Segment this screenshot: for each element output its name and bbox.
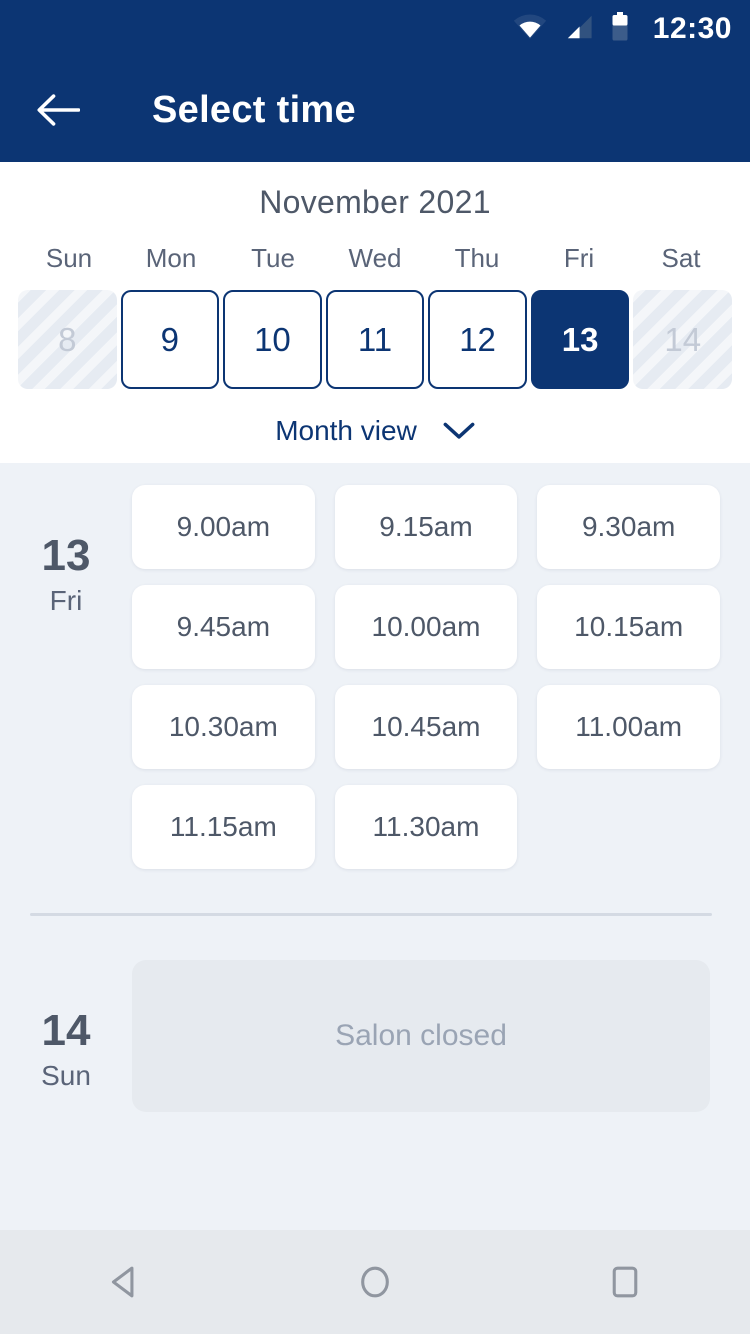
status-bar: 12:30 (0, 0, 750, 58)
status-bar-time: 12:30 (652, 12, 732, 45)
time-slot[interactable]: 9.00am (132, 485, 315, 569)
calendar-panel: November 2021 Sun Mon Tue Wed Thu Fri Sa… (0, 162, 750, 463)
app-bar: Select time (0, 58, 750, 162)
time-slot[interactable]: 10.30am (132, 685, 315, 769)
weekday-thu: Thu (454, 243, 500, 273)
salon-closed-panel: Salon closed (132, 960, 710, 1112)
day-group-14: 14 Sun Salon closed (0, 916, 750, 1112)
weekday-fri: Fri (563, 243, 595, 273)
android-home-icon (361, 1266, 389, 1298)
time-slot[interactable]: 10.00am (334, 585, 518, 669)
day-cell-10[interactable]: 10 (223, 290, 322, 389)
time-slot[interactable]: 9.15am (334, 485, 518, 569)
android-recents-button[interactable] (570, 1230, 680, 1334)
day-group-label-14: 14 Sun (0, 960, 132, 1112)
schedule-list[interactable]: 13 Fri 9.00am 9.15am 9.30am 9.45am 10.00… (0, 463, 750, 1219)
day-cell-12[interactable]: 12 (428, 290, 527, 389)
day-number: 14 (41, 1006, 91, 1055)
day-cell-9[interactable]: 9 (120, 290, 220, 389)
weekday-sat: Sat (661, 243, 701, 273)
calendar-month-title: November 2021 (259, 184, 491, 220)
time-slot[interactable]: 11.15am (132, 785, 315, 869)
weekday-wed: Wed (348, 243, 402, 273)
day-name: Fri (49, 585, 83, 617)
time-slot[interactable]: 9.45am (132, 585, 315, 669)
page-title: Select time (152, 88, 356, 131)
android-home-button[interactable] (320, 1230, 430, 1334)
android-back-button[interactable] (70, 1230, 180, 1334)
back-button[interactable] (30, 82, 86, 138)
day-number: 13 (41, 531, 91, 580)
status-bar-icons (513, 11, 629, 47)
android-back-icon (111, 1266, 134, 1298)
weekday-tue: Tue (251, 243, 295, 273)
time-slot[interactable]: 11.30am (334, 785, 518, 869)
day-name: Sun (41, 1060, 91, 1092)
android-recents-icon (612, 1266, 638, 1298)
time-slot[interactable]: 10.15am (537, 585, 720, 669)
time-slot[interactable]: 9.30am (537, 485, 720, 569)
time-slot[interactable]: 11.00am (537, 685, 720, 769)
day-group-label-13: 13 Fri (0, 485, 132, 869)
month-view-toggle[interactable]: Month view (0, 389, 750, 447)
signal-icon (565, 14, 593, 45)
weekday-mon: Mon (145, 243, 197, 273)
back-arrow-icon (37, 94, 80, 126)
day-cell-14: 14 (633, 290, 732, 389)
android-nav-bar (0, 1230, 750, 1334)
time-slot[interactable]: 10.45am (334, 685, 518, 769)
calendar-day-row: 8 9 10 11 12 13 14 (0, 274, 750, 389)
month-view-label: Month view (275, 415, 417, 446)
weekday-sun: Sun (45, 243, 93, 273)
wifi-icon (513, 14, 547, 45)
time-slot-grid: 9.00am 9.15am 9.30am 9.45am 10.00am 10.1… (132, 485, 720, 869)
chevron-down-icon (443, 422, 475, 439)
day-cell-8: 8 (18, 290, 117, 389)
day-cell-13[interactable]: 13 (530, 290, 630, 389)
calendar-weekday-header: Sun Mon Tue Wed Thu Fri Sat (0, 243, 750, 274)
day-cell-11[interactable]: 11 (325, 290, 425, 389)
day-group-13: 13 Fri 9.00am 9.15am 9.30am 9.45am 10.00… (0, 485, 750, 869)
battery-icon (611, 11, 629, 47)
select-time-screen: 12:30 Select time November 2021 Sun Mon … (0, 0, 750, 1334)
